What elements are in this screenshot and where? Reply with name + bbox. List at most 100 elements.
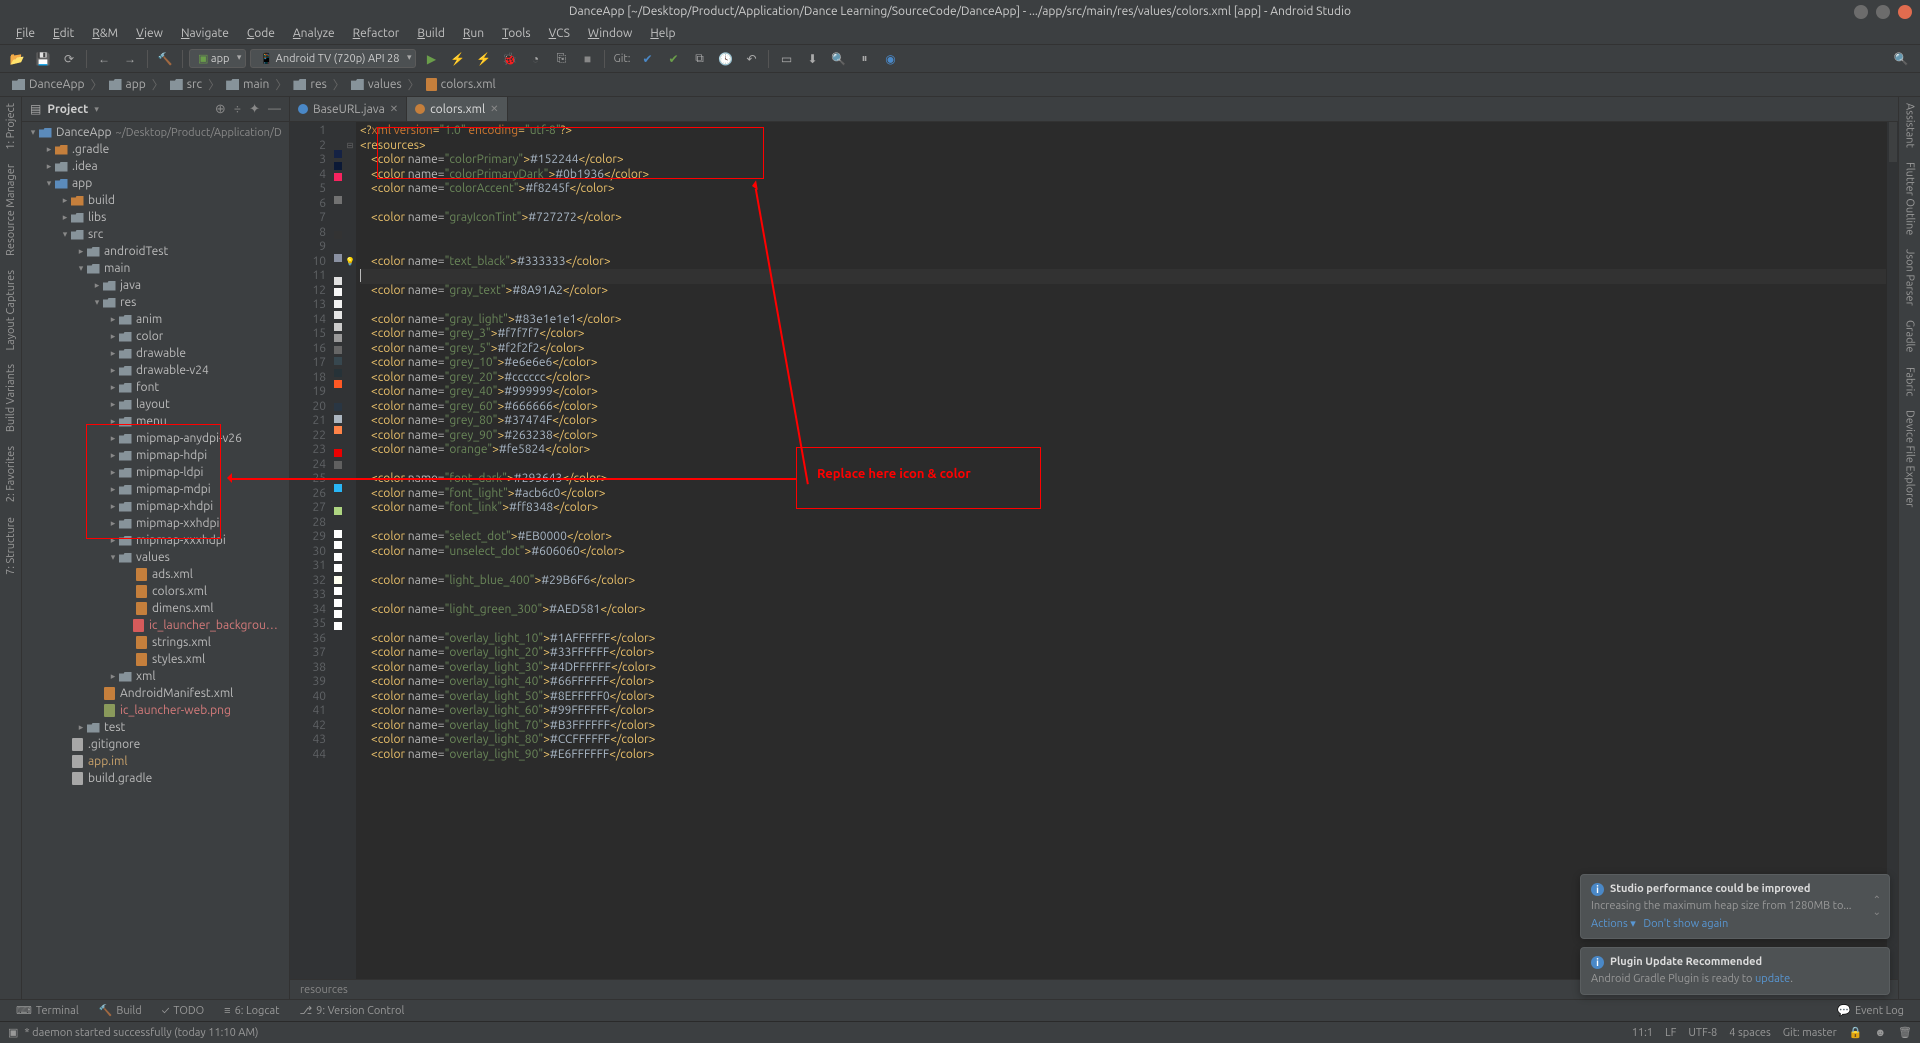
menu-navigate[interactable]: Navigate (173, 25, 237, 42)
breadcrumb-main[interactable]: main (222, 78, 273, 91)
git-history-icon[interactable]: 🕓 (714, 48, 736, 70)
notification-plugin[interactable]: iPlugin Update Recommended Android Gradl… (1580, 947, 1890, 995)
menu-help[interactable]: Help (642, 25, 683, 42)
sync-icon[interactable]: ⏸ (853, 48, 875, 70)
tree-item-menu[interactable]: ▸menu (22, 413, 289, 430)
tree-item-mipmap-mdpi[interactable]: ▸mipmap-mdpi (22, 481, 289, 498)
tree-item-drawable-v24[interactable]: ▸drawable-v24 (22, 362, 289, 379)
tree-item-ads-xml[interactable]: ads.xml (22, 566, 289, 583)
tree-item-drawable[interactable]: ▸drawable (22, 345, 289, 362)
tree-item-src[interactable]: ▾src (22, 226, 289, 243)
refresh-icon[interactable]: ⟳ (58, 48, 80, 70)
settings-icon[interactable]: ✦ (249, 102, 260, 117)
tree-item-mipmap-anydpi-v26[interactable]: ▸mipmap-anydpi-v26 (22, 430, 289, 447)
tool-2--favorites[interactable]: 2: Favorites (5, 446, 17, 502)
menu-vcs[interactable]: VCS (541, 25, 578, 42)
tree-item-java[interactable]: ▸java (22, 277, 289, 294)
tree-item-androidmanifest-xml[interactable]: AndroidManifest.xml (22, 685, 289, 702)
git-compare-icon[interactable]: ⧉ (688, 48, 710, 70)
tree-item-res[interactable]: ▾res (22, 294, 289, 311)
tool-layout-captures[interactable]: Layout Captures (5, 270, 17, 351)
notification-actions-link[interactable]: Actions ▾ (1591, 918, 1636, 930)
attach-icon[interactable]: ⎘ (550, 48, 572, 70)
save-icon[interactable]: 💾 (32, 48, 54, 70)
hide-tool-windows-icon[interactable]: ▣ (8, 1026, 18, 1039)
select-opened-icon[interactable]: ⊕ (215, 102, 226, 117)
line-separator[interactable]: LF (1665, 1027, 1676, 1039)
bottom-tool-terminal[interactable]: ⌨Terminal (8, 1002, 87, 1019)
menu-build[interactable]: Build (409, 25, 453, 42)
run-icon[interactable]: ▶ (420, 48, 442, 70)
project-panel-title[interactable]: Project (47, 103, 88, 116)
tree-item-mipmap-xxxhdpi[interactable]: ▸mipmap-xxxhdpi (22, 532, 289, 549)
profile-icon[interactable]: ◔ (524, 48, 546, 70)
search-everywhere-icon[interactable]: 🔍 (1890, 48, 1912, 70)
bottom-tool-6--logcat[interactable]: ≡6: Logcat (216, 1003, 287, 1019)
tree-item-values[interactable]: ▾values (22, 549, 289, 566)
git-update-icon[interactable]: ✔ (636, 48, 658, 70)
breadcrumb-app[interactable]: app (105, 78, 150, 91)
tree-item-build[interactable]: ▸build (22, 192, 289, 209)
avd-icon[interactable]: ▭ (775, 48, 797, 70)
tree-item-xml[interactable]: ▸xml (22, 668, 289, 685)
close-button[interactable] (1898, 5, 1912, 19)
back-icon[interactable]: ← (93, 48, 115, 70)
tool-gradle[interactable]: Gradle (1904, 320, 1916, 353)
sdk-icon[interactable]: ⬇ (801, 48, 823, 70)
menu-analyze[interactable]: Analyze (285, 25, 343, 42)
collapse-icon[interactable]: ÷ (234, 102, 241, 117)
tree-item-mipmap-ldpi[interactable]: ▸mipmap-ldpi (22, 464, 289, 481)
tree-item-layout[interactable]: ▸layout (22, 396, 289, 413)
tree-item-colors-xml[interactable]: colors.xml (22, 583, 289, 600)
tree-item-libs[interactable]: ▸libs (22, 209, 289, 226)
maximize-button[interactable] (1876, 5, 1890, 19)
tree-item-mipmap-xxhdpi[interactable]: ▸mipmap-xxhdpi (22, 515, 289, 532)
lock-icon[interactable]: 🔒 (1849, 1026, 1863, 1039)
tool-assistant[interactable]: Assistant (1904, 103, 1916, 148)
tree-item-ic-launcher-background-xml[interactable]: ic_launcher_background.xml (22, 617, 289, 634)
tree-item-anim[interactable]: ▸anim (22, 311, 289, 328)
close-tab-icon[interactable]: ✕ (490, 103, 498, 115)
minimize-button[interactable] (1854, 5, 1868, 19)
forward-icon[interactable]: → (119, 48, 141, 70)
search-icon[interactable]: 🔍 (827, 48, 849, 70)
menu-rm[interactable]: R&M (84, 25, 126, 42)
man-icon[interactable]: ☻ (1874, 1027, 1886, 1039)
tool-resource-manager[interactable]: Resource Manager (5, 164, 17, 256)
menu-tools[interactable]: Tools (494, 25, 539, 42)
trash-icon[interactable]: 🗑 (1898, 1026, 1912, 1039)
menu-window[interactable]: Window (580, 25, 640, 42)
tree-item-build-gradle[interactable]: build.gradle (22, 770, 289, 787)
tool-device-file-explorer[interactable]: Device File Explorer (1904, 410, 1916, 507)
hide-icon[interactable]: — (268, 102, 281, 117)
menu-refactor[interactable]: Refactor (345, 25, 408, 42)
apply-code-icon[interactable]: ⚡ (472, 48, 494, 70)
tree-item-app-iml[interactable]: app.iml (22, 753, 289, 770)
tree-item-androidtest[interactable]: ▸androidTest (22, 243, 289, 260)
bottom-tool-build[interactable]: 🔨Build (91, 1002, 150, 1019)
tool-1--project[interactable]: 1: Project (5, 103, 17, 150)
tree-item--idea[interactable]: ▸.idea (22, 158, 289, 175)
device-selector[interactable]: 📱 Android TV (720p) API 28 (250, 49, 416, 68)
bottom-tool-9--version-control[interactable]: ⎇9: Version Control (291, 1002, 412, 1019)
menu-run[interactable]: Run (455, 25, 492, 42)
indent-info[interactable]: 4 spaces (1729, 1027, 1771, 1039)
menu-view[interactable]: View (128, 25, 171, 42)
editor-scrollbar[interactable] (1886, 122, 1898, 979)
tool-json-parser[interactable]: Json Parser (1904, 249, 1916, 306)
breadcrumb-colorsxml[interactable]: colors.xml (422, 78, 500, 91)
open-icon[interactable]: 📂 (6, 48, 28, 70)
breadcrumb-src[interactable]: src (166, 78, 206, 91)
debug-icon[interactable]: 🐞 (498, 48, 520, 70)
run-config-selector[interactable]: ▣ app (189, 49, 246, 68)
notification-dismiss-link[interactable]: Don't show again (1643, 918, 1728, 930)
build-icon[interactable]: 🔨 (154, 48, 176, 70)
project-tree[interactable]: ▾DanceApp~/Desktop/Product/Application/D… (22, 122, 289, 999)
tree-item-dimens-xml[interactable]: dimens.xml (22, 600, 289, 617)
tool-flutter-outline[interactable]: Flutter Outline (1904, 162, 1916, 235)
tool-build-variants[interactable]: Build Variants (5, 364, 17, 432)
tree-item-color[interactable]: ▸color (22, 328, 289, 345)
tree-item-test[interactable]: ▸test (22, 719, 289, 736)
menu-edit[interactable]: Edit (45, 25, 82, 42)
breadcrumb-danceapp[interactable]: DanceApp (8, 78, 89, 91)
